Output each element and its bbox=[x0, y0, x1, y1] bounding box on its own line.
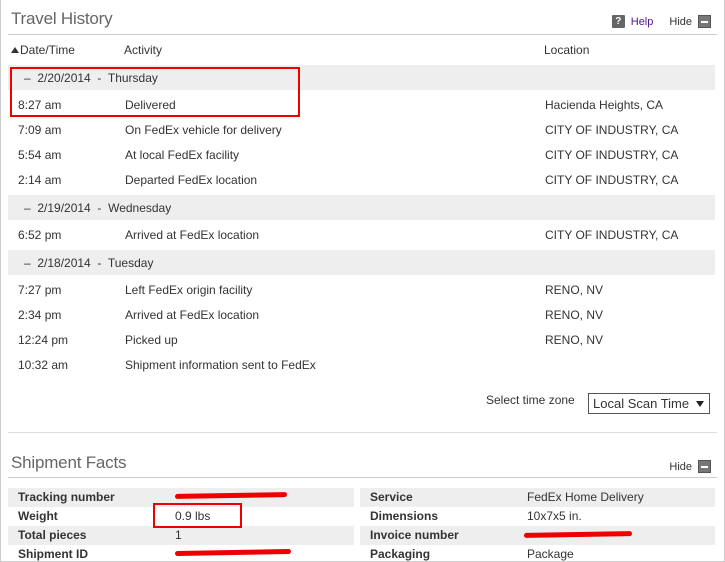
event-activity: Picked up bbox=[125, 333, 178, 347]
travel-history-title: Travel History bbox=[11, 9, 113, 28]
fact-value: 1 bbox=[175, 528, 182, 542]
fact-label: Packaging bbox=[370, 547, 431, 561]
event-location: RENO, NV bbox=[545, 283, 604, 297]
event-time: 7:09 am bbox=[18, 123, 62, 137]
fact-row-dimensions: Dimensions 10x7x5 in. bbox=[360, 507, 715, 526]
title-divider bbox=[8, 34, 717, 35]
event-location: RENO, NV bbox=[545, 308, 604, 322]
fact-value: FedEx Home Delivery bbox=[527, 490, 644, 504]
event-time: 10:32 am bbox=[18, 358, 69, 372]
date-group-label: – 2/18/2014 - Tuesday bbox=[24, 256, 154, 270]
event-row: 12:24 pm Picked up RENO, NV bbox=[8, 327, 715, 352]
hide-link[interactable]: Hide bbox=[669, 461, 692, 473]
shipment-facts-title: Shipment Facts bbox=[11, 453, 127, 472]
event-activity: Arrived at FedEx location bbox=[125, 308, 260, 322]
fact-label: Shipment ID bbox=[18, 547, 89, 561]
event-activity: Departed FedEx location bbox=[125, 173, 258, 187]
event-time: 6:52 pm bbox=[18, 228, 62, 242]
minus-box-icon[interactable] bbox=[698, 15, 711, 28]
event-row: 5:54 am At local FedEx facility CITY OF … bbox=[8, 142, 715, 167]
fact-label: Invoice number bbox=[370, 528, 459, 542]
fact-label: Service bbox=[370, 490, 413, 504]
date-group-label: – 2/19/2014 - Wednesday bbox=[24, 201, 172, 215]
fact-row-packaging: Packaging Package bbox=[360, 545, 715, 562]
event-location: CITY OF INDUSTRY, CA bbox=[545, 123, 679, 137]
title-divider bbox=[8, 477, 717, 478]
event-row: 2:34 pm Arrived at FedEx location RENO, … bbox=[8, 302, 715, 327]
event-row: 2:14 am Departed FedEx location CITY OF … bbox=[8, 167, 715, 192]
event-row: 7:09 am On FedEx vehicle for delivery CI… bbox=[8, 117, 715, 142]
fact-row-service: Service FedEx Home Delivery bbox=[360, 488, 715, 507]
event-activity: At local FedEx facility bbox=[125, 148, 240, 162]
chevron-down-icon bbox=[696, 401, 704, 407]
day-value: Tuesday bbox=[107, 256, 154, 270]
date-value: 2/19/2014 bbox=[37, 201, 91, 215]
hide-link[interactable]: Hide bbox=[669, 16, 692, 28]
event-row: 10:32 am Shipment information sent to Fe… bbox=[8, 352, 715, 377]
event-time: 2:34 pm bbox=[18, 308, 62, 322]
column-header-location: Location bbox=[544, 43, 590, 57]
day-value: Wednesday bbox=[108, 201, 172, 215]
fact-row-total-pieces: Total pieces 1 bbox=[8, 526, 354, 545]
event-activity: On FedEx vehicle for delivery bbox=[125, 123, 282, 137]
timezone-select[interactable]: Local Scan Time bbox=[588, 393, 710, 414]
event-activity: Shipment information sent to FedEx bbox=[125, 358, 316, 372]
minus-box-icon[interactable] bbox=[698, 460, 711, 473]
fact-label: Tracking number bbox=[18, 490, 115, 504]
fact-label: Weight bbox=[18, 509, 58, 523]
timezone-selected-value: Local Scan Time bbox=[593, 396, 690, 411]
event-location: CITY OF INDUSTRY, CA bbox=[545, 148, 679, 162]
help-icon[interactable]: ? bbox=[611, 15, 625, 28]
date-value: 2/18/2014 bbox=[37, 256, 91, 270]
shipment-facts-controls: Hide bbox=[659, 460, 711, 473]
event-time: 2:14 am bbox=[18, 173, 62, 187]
column-header-activity: Activity bbox=[124, 43, 163, 57]
event-location: CITY OF INDUSTRY, CA bbox=[545, 228, 679, 242]
event-location: CITY OF INDUSTRY, CA bbox=[545, 173, 679, 187]
event-time: 12:24 pm bbox=[18, 333, 69, 347]
fact-label: Dimensions bbox=[370, 509, 439, 523]
column-header-date-time-label: Date/Time bbox=[20, 43, 75, 57]
event-time: 5:54 am bbox=[18, 148, 62, 162]
date-group-row[interactable]: – 2/18/2014 - Tuesday bbox=[8, 250, 715, 275]
column-header-date-time[interactable]: Date/Time bbox=[11, 43, 75, 57]
timezone-label: Select time zone bbox=[486, 393, 575, 407]
help-link[interactable]: Help bbox=[631, 16, 654, 28]
fact-value: 10x7x5 in. bbox=[527, 509, 582, 523]
event-time: 7:27 pm bbox=[18, 283, 62, 297]
sort-up-icon bbox=[11, 47, 19, 53]
event-location: Hacienda Heights, CA bbox=[545, 98, 664, 112]
event-row: 7:27 pm Left FedEx origin facility RENO,… bbox=[8, 277, 715, 302]
event-location: RENO, NV bbox=[545, 333, 604, 347]
date-group-row[interactable]: – 2/19/2014 - Wednesday bbox=[8, 195, 715, 220]
section-divider bbox=[8, 432, 717, 433]
fact-label: Total pieces bbox=[18, 528, 87, 542]
travel-history-controls: ? Help Hide bbox=[611, 15, 711, 28]
event-activity: Left FedEx origin facility bbox=[125, 283, 253, 297]
event-activity: Arrived at FedEx location bbox=[125, 228, 260, 242]
event-row: 6:52 pm Arrived at FedEx location CITY O… bbox=[8, 222, 715, 247]
highlight-box-delivered bbox=[10, 67, 300, 117]
highlight-box-weight bbox=[153, 503, 242, 528]
fact-value: Package bbox=[527, 547, 574, 561]
